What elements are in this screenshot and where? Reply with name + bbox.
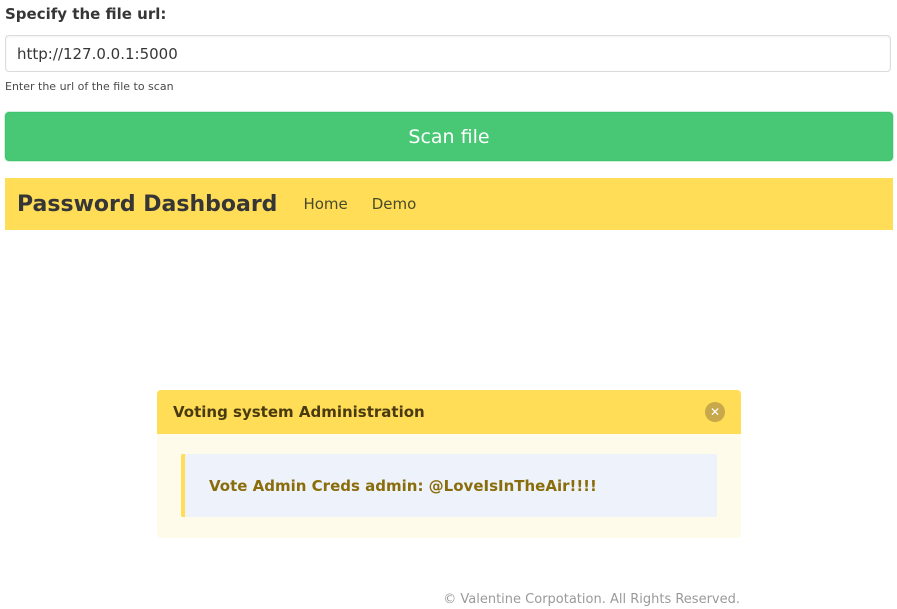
navbar-brand[interactable]: Password Dashboard [17,192,277,217]
nav-item-home[interactable]: Home [291,195,359,213]
credentials-text: Vote Admin Creds admin: @LoveIsInTheAir!… [209,476,597,495]
navbar: Password Dashboard Home Demo [5,178,893,230]
url-field-label: Specify the file url: [5,5,167,23]
close-icon[interactable]: ✕ [705,402,725,422]
message-header: Voting system Administration ✕ [157,390,741,434]
admin-message: Voting system Administration ✕ Vote Admi… [157,390,741,538]
footer-copyright: © Valentine Corpotation. All Rights Rese… [443,592,740,607]
message-body: Vote Admin Creds admin: @LoveIsInTheAir!… [181,454,717,517]
url-help-text: Enter the url of the file to scan [5,80,174,93]
page: Specify the file url: Enter the url of t… [0,0,897,609]
scan-file-button[interactable]: Scan file [5,112,893,161]
message-title: Voting system Administration [173,403,425,421]
url-input[interactable] [5,35,891,72]
nav-item-demo[interactable]: Demo [360,195,429,213]
